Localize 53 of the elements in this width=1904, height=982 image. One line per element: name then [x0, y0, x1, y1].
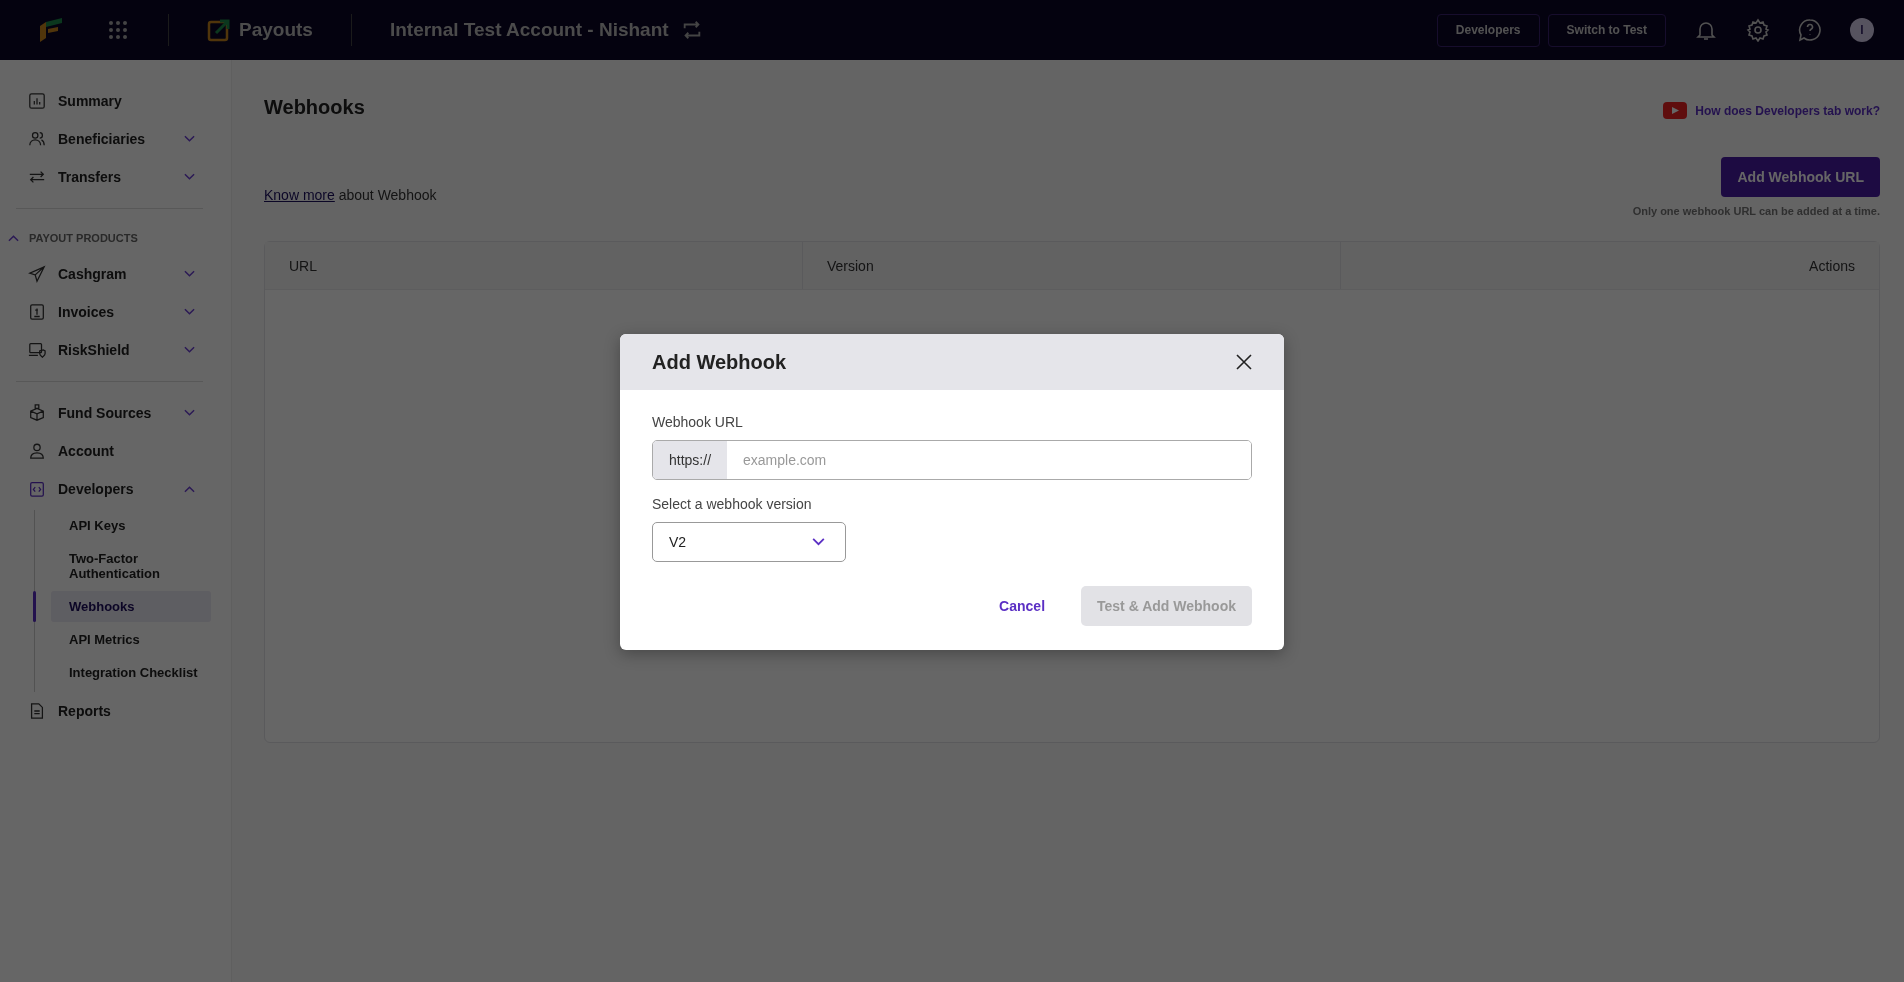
header-button[interactable]: Switch to Test	[1547, 13, 1666, 47]
sidebar-item[interactable]: RiskShield	[0, 331, 231, 369]
header-button[interactable]: Developers	[1436, 13, 1540, 47]
code-icon	[28, 480, 46, 498]
field-label: Webhook URL	[652, 414, 744, 430]
shield-icon	[28, 341, 46, 359]
cancel-button[interactable]: Cancel	[993, 597, 1052, 615]
user-avatar[interactable]: I	[1850, 18, 1874, 42]
sidebar-subitem[interactable]: Integration Checklist	[51, 657, 199, 688]
file-icon	[28, 702, 46, 720]
collapse-caret-icon[interactable]	[8, 234, 19, 242]
webhook-url-field[interactable]: https:// example.com	[652, 440, 1252, 480]
column-header: Version	[803, 242, 1341, 289]
column-header: URL	[265, 242, 803, 289]
field-label: Select a webhook version	[652, 496, 813, 512]
account-name: Internal Test Account - Nishant	[389, 19, 669, 41]
sidebar-item[interactable]: Fund Sources	[0, 394, 231, 432]
help-icon[interactable]	[1798, 18, 1822, 42]
page-title: Webhooks	[264, 96, 365, 119]
version-dropdown[interactable]: V2	[652, 522, 846, 562]
chevron-down-icon	[812, 538, 825, 546]
plane-icon	[28, 265, 46, 283]
url-prefix: https://	[653, 441, 728, 479]
apps-grid-icon[interactable]	[108, 20, 128, 40]
sidebar-item[interactable]: Transfers	[0, 158, 231, 196]
sidebar-subitem[interactable]: Webhooks	[51, 591, 211, 622]
doc-icon	[28, 303, 46, 321]
app-name: Payouts	[239, 19, 313, 41]
know-more-text: Know more about Webhook	[264, 187, 437, 203]
column-header: Actions	[1808, 256, 1856, 276]
sidebar-item[interactable]: Developers	[0, 470, 231, 508]
chart-icon	[28, 92, 46, 110]
settings-icon[interactable]	[1746, 18, 1770, 42]
person-icon	[28, 442, 46, 460]
payouts-logo-icon	[207, 18, 231, 42]
sidebar-item[interactable]: Invoices	[0, 293, 231, 331]
close-icon[interactable]	[1236, 354, 1252, 370]
add-webhook-url-button[interactable]: Add Webhook URL	[1721, 157, 1880, 197]
sidebar-subitem[interactable]: API Metrics	[51, 624, 199, 655]
sidebar-item[interactable]: Cashgram	[0, 255, 231, 293]
sidebar-subitem[interactable]: API Keys	[51, 510, 199, 541]
section-heading: PAYOUT PRODUCTS	[29, 232, 138, 244]
play-video-icon[interactable]	[1663, 102, 1688, 119]
sidebar-item[interactable]: Summary	[0, 82, 231, 120]
sidebar-item[interactable]: Beneficiaries	[0, 120, 231, 158]
dialog-title: Add Webhook	[652, 350, 787, 374]
help-link[interactable]: How does Developers tab work?	[1695, 103, 1880, 118]
box-icon	[28, 404, 46, 422]
sidebar-subitem[interactable]: Two-Factor Authentication	[51, 543, 199, 589]
know-more-link[interactable]: Know more	[264, 187, 335, 203]
sidebar-item[interactable]: Reports	[0, 692, 231, 730]
sidebar-item[interactable]: Account	[0, 432, 231, 470]
people-icon	[28, 130, 46, 148]
